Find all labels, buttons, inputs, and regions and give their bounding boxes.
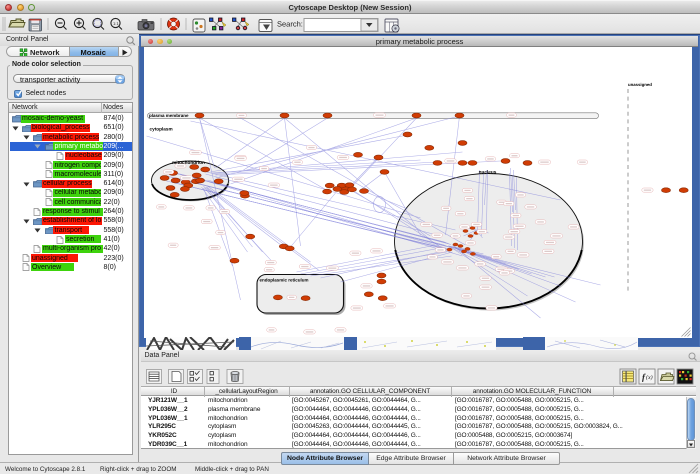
- svg-text:endoplasmic reticulum: endoplasmic reticulum: [259, 277, 308, 282]
- svg-text:1:1: 1:1: [113, 21, 119, 26]
- svg-text:Search:: Search:: [277, 19, 303, 28]
- svg-text:cytoplasm: cytoplasm: [149, 127, 172, 132]
- svg-text:plasma membrane: plasma membrane: [149, 113, 189, 118]
- svg-text:unassigned: unassigned: [628, 82, 652, 87]
- svg-text:(x): (x): [646, 374, 653, 381]
- svg-text:nucleus: nucleus: [478, 170, 496, 175]
- svg-text:mitochondrion: mitochondrion: [172, 160, 205, 165]
